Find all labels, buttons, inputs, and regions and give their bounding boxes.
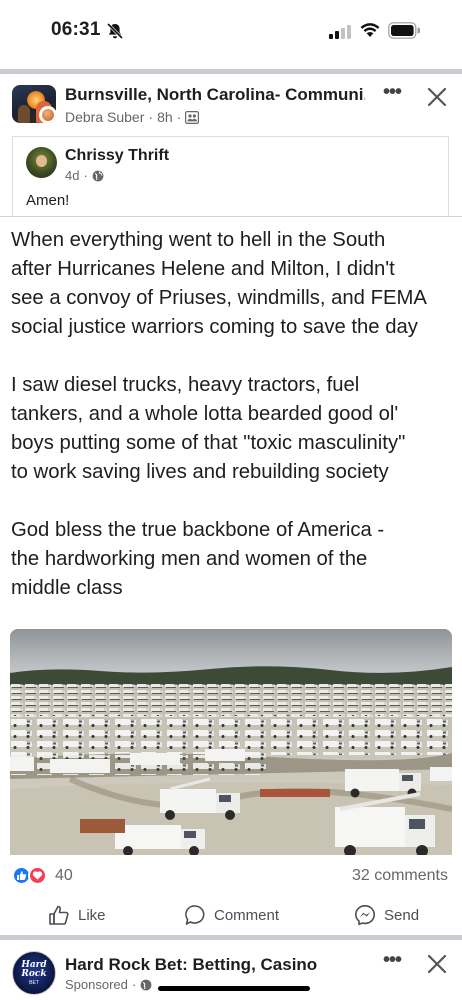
author-avatar[interactable] <box>39 106 56 123</box>
like-label: Like <box>78 906 106 924</box>
group-name-link[interactable]: Burnsville, North Carolina- Communi... <box>65 85 365 105</box>
logo-sub: BET <box>29 979 39 986</box>
send-button[interactable]: Send <box>354 900 419 930</box>
post-text-line: social justice warriors coming to save t… <box>11 316 418 338</box>
post-header: Burnsville, North Carolina- Communi... D… <box>0 76 462 134</box>
post-text-line: boys putting some of that "toxic masculi… <box>11 432 406 454</box>
post-text-line: after Hurricanes Helene and Milton, I di… <box>11 258 395 280</box>
status-time: 06:31 <box>51 19 101 40</box>
comment-label: Comment <box>214 906 280 924</box>
shared-comment-text: Amen! <box>26 192 70 209</box>
feed-divider <box>0 935 462 940</box>
post-text-line: middle class <box>11 577 123 599</box>
meta-separator: · <box>148 109 154 125</box>
card-divider <box>0 216 462 217</box>
post-text-line: the hardworking men and women of the <box>11 548 368 570</box>
shared-author-name[interactable]: Chrissy Thrift <box>65 147 169 165</box>
heart-icon <box>28 866 47 885</box>
status-bar: 06:31 <box>0 0 462 66</box>
signal-icon <box>329 25 351 39</box>
reactions-summary[interactable]: 40 <box>12 866 73 885</box>
post-text-line: When everything went to hell in the Sout… <box>11 229 386 251</box>
group-avatar[interactable] <box>12 85 56 123</box>
sponsor-avatar[interactable]: Hard Rock BET <box>12 951 56 995</box>
sponsored-more-options-button[interactable]: ••• <box>379 950 405 973</box>
logo-word: Rock <box>21 968 47 979</box>
sponsor-logo-text: Hard Rock <box>21 960 47 979</box>
utility-trucks-photo <box>10 629 452 855</box>
shared-time[interactable]: 4d <box>65 168 79 183</box>
globe-icon <box>92 170 104 181</box>
like-button[interactable]: Like <box>48 900 106 930</box>
battery-icon <box>388 22 420 39</box>
post-text-line: God bless the true backbone of America - <box>11 519 385 541</box>
like-outline-icon <box>49 905 69 925</box>
more-options-button[interactable]: ••• <box>379 82 405 105</box>
comment-bubble-icon <box>185 905 205 925</box>
post-paragraph: When everything went to hell in the Sout… <box>11 226 457 342</box>
close-icon[interactable] <box>426 86 448 108</box>
sponsored-meta: Sponsored · <box>65 977 152 992</box>
post-photo[interactable] <box>10 629 452 855</box>
wifi-icon <box>360 23 380 37</box>
feed-divider <box>0 69 462 74</box>
globe-icon <box>140 979 152 990</box>
post-paragraph: God bless the true backbone of America -… <box>11 516 457 603</box>
shared-meta: 4d · <box>65 168 104 183</box>
post-text-line: I saw diesel trucks, heavy tractors, fue… <box>11 374 360 396</box>
close-icon[interactable] <box>426 953 448 975</box>
post-body: When everything went to hell in the Sout… <box>11 226 457 632</box>
post-paragraph: I saw diesel trucks, heavy tractors, fue… <box>11 371 457 487</box>
send-label: Send <box>384 906 420 924</box>
bell-slash-icon <box>106 22 124 40</box>
post-meta: Debra Suber · 8h · <box>65 109 200 125</box>
meta-separator: · <box>176 109 182 125</box>
meta-separator: · <box>131 977 137 992</box>
post-text-line: see a convoy of Priuses, windmills, and … <box>11 287 427 309</box>
shared-author-avatar[interactable] <box>26 147 57 178</box>
post-actions: Like Comment Send <box>0 898 462 932</box>
comment-button[interactable]: Comment <box>184 900 279 930</box>
sponsored-label: Sponsored <box>65 977 128 992</box>
messenger-icon <box>355 905 375 926</box>
reaction-count: 40 <box>55 866 73 884</box>
home-indicator[interactable] <box>158 986 310 991</box>
meta-separator: · <box>83 168 88 183</box>
shared-post-card[interactable]: Chrissy Thrift 4d · Amen! <box>12 136 449 216</box>
comments-count-link[interactable]: 32 comments <box>352 867 448 885</box>
sponsor-name-link[interactable]: Hard Rock Bet: Betting, Casino <box>65 955 317 975</box>
post-text-line: tankers, and a whole lotta bearded good … <box>11 403 399 425</box>
post-text-line: to work saving lives and rebuilding soci… <box>11 461 389 483</box>
group-members-icon <box>185 110 200 124</box>
author-name-link[interactable]: Debra Suber <box>65 109 144 125</box>
post-time[interactable]: 8h <box>157 109 173 125</box>
